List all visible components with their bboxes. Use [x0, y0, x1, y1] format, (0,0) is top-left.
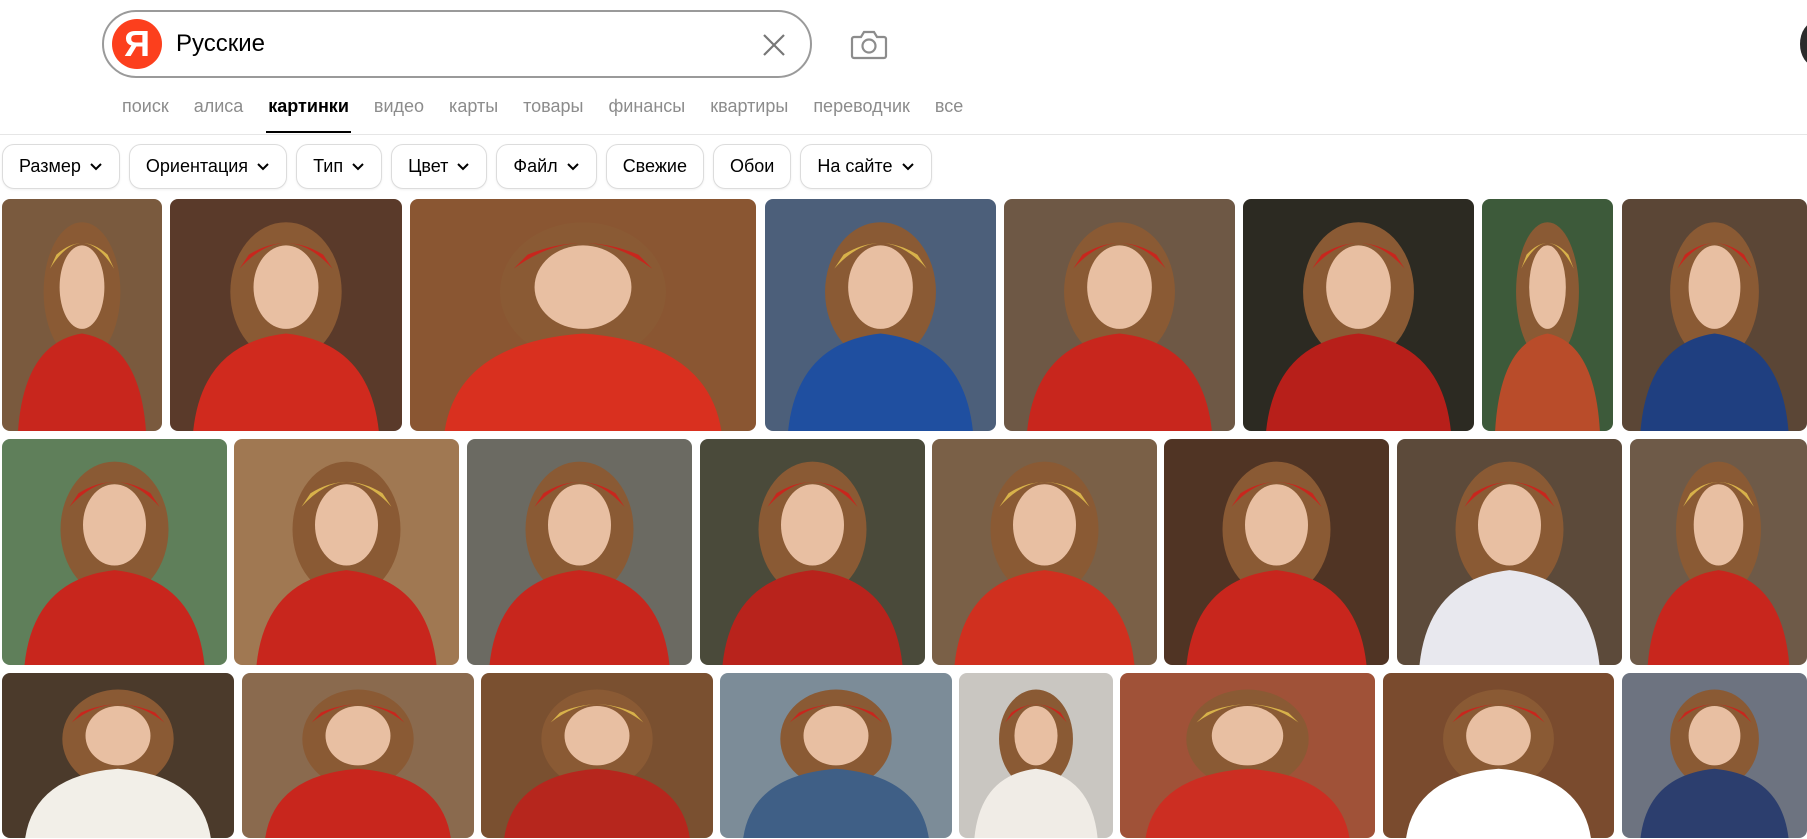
image-thumbnail [1164, 439, 1389, 665]
image-thumbnail [1383, 673, 1614, 838]
chevron-down-icon [352, 162, 364, 170]
image-result[interactable] [170, 199, 402, 431]
chevron-down-icon [257, 162, 269, 170]
image-thumbnail [700, 439, 925, 665]
filter-fresh[interactable]: Свежие [605, 144, 704, 189]
chevron-down-icon [90, 162, 102, 170]
filter-label: Размер [19, 156, 81, 176]
search-tabs: поиск алиса картинки видео карты товары … [122, 94, 988, 133]
tab-video[interactable]: видео [374, 94, 424, 124]
image-thumbnail [242, 673, 474, 838]
image-result[interactable] [1383, 673, 1614, 838]
avatar[interactable] [1800, 22, 1807, 66]
image-thumbnail [765, 199, 996, 431]
image-result[interactable] [467, 439, 692, 665]
tab-translator[interactable]: переводчик [813, 94, 910, 124]
filter-label: Ориентация [145, 156, 249, 176]
tab-alice[interactable]: алиса [194, 94, 244, 124]
tab-all[interactable]: все [935, 94, 963, 124]
tab-finance[interactable]: финансы [609, 94, 686, 124]
chevron-down-icon [901, 162, 914, 170]
filter-size[interactable]: Размер [2, 144, 120, 189]
close-icon[interactable] [759, 30, 789, 60]
tab-search[interactable]: поиск [122, 94, 169, 124]
image-result[interactable] [2, 439, 227, 665]
filter-on-site[interactable]: На сайте [800, 144, 932, 189]
image-result[interactable] [1482, 199, 1613, 431]
image-result[interactable] [410, 199, 756, 431]
filter-label: Файл [513, 156, 558, 176]
tab-products[interactable]: товары [523, 94, 583, 124]
filter-type[interactable]: Тип [296, 144, 383, 189]
search-input[interactable]: Русские [176, 28, 676, 60]
image-result[interactable] [1164, 439, 1389, 665]
filter-label: Свежие [622, 156, 687, 176]
image-result[interactable] [1622, 673, 1807, 838]
image-result[interactable] [959, 673, 1113, 838]
image-thumbnail [2, 673, 234, 838]
image-result[interactable] [1397, 439, 1622, 665]
image-result[interactable] [932, 439, 1157, 665]
image-thumbnail [720, 673, 952, 838]
image-result[interactable] [2, 199, 162, 431]
image-result[interactable] [1630, 439, 1807, 665]
image-thumbnail [932, 439, 1157, 665]
image-thumbnail [1630, 439, 1807, 665]
image-result[interactable] [242, 673, 474, 838]
chevron-down-icon [457, 162, 470, 170]
filter-bar: Размер Ориентация Тип Цвет Файл Свежие О… [2, 144, 932, 190]
image-result[interactable] [1004, 199, 1235, 431]
image-thumbnail [2, 439, 227, 665]
image-thumbnail [410, 199, 756, 431]
image-thumbnail [481, 673, 713, 838]
image-thumbnail [1004, 199, 1235, 431]
image-thumbnail [1622, 673, 1807, 838]
yandex-logo[interactable]: Я [112, 19, 162, 69]
image-result[interactable] [700, 439, 925, 665]
image-thumbnail [1120, 673, 1375, 838]
image-result[interactable] [481, 673, 713, 838]
filter-label: Цвет [408, 156, 449, 176]
image-thumbnail [467, 439, 692, 665]
image-thumbnail [2, 199, 162, 431]
image-thumbnail [1243, 199, 1474, 431]
image-result[interactable] [1243, 199, 1474, 431]
filter-file[interactable]: Файл [496, 144, 597, 189]
image-thumbnail [234, 439, 459, 665]
search-box[interactable]: Я Русские [102, 10, 812, 78]
filter-label: На сайте [817, 156, 893, 176]
image-thumbnail [1397, 439, 1622, 665]
tab-images[interactable]: картинки [266, 94, 351, 133]
chevron-down-icon [566, 162, 579, 170]
image-thumbnail [170, 199, 402, 431]
filter-label: Тип [313, 156, 344, 176]
filter-label: Обои [729, 156, 775, 176]
filter-color[interactable]: Цвет [391, 144, 488, 189]
filter-wallpapers[interactable]: Обои [712, 144, 792, 189]
image-result[interactable] [765, 199, 996, 431]
tab-maps[interactable]: карты [449, 94, 498, 124]
image-result[interactable] [234, 439, 459, 665]
image-result[interactable] [720, 673, 952, 838]
image-result[interactable] [1622, 199, 1807, 431]
image-thumbnail [1622, 199, 1807, 431]
tab-realty[interactable]: квартиры [710, 94, 788, 124]
camera-icon[interactable] [850, 27, 888, 61]
image-result[interactable] [2, 673, 234, 838]
filter-orientation[interactable]: Ориентация [128, 144, 288, 189]
image-result[interactable] [1120, 673, 1375, 838]
image-results-grid [0, 199, 1807, 839]
image-thumbnail [959, 673, 1113, 838]
image-thumbnail [1482, 199, 1613, 431]
header: Я Русские поиск алиса картинки видео кар… [0, 0, 1807, 135]
